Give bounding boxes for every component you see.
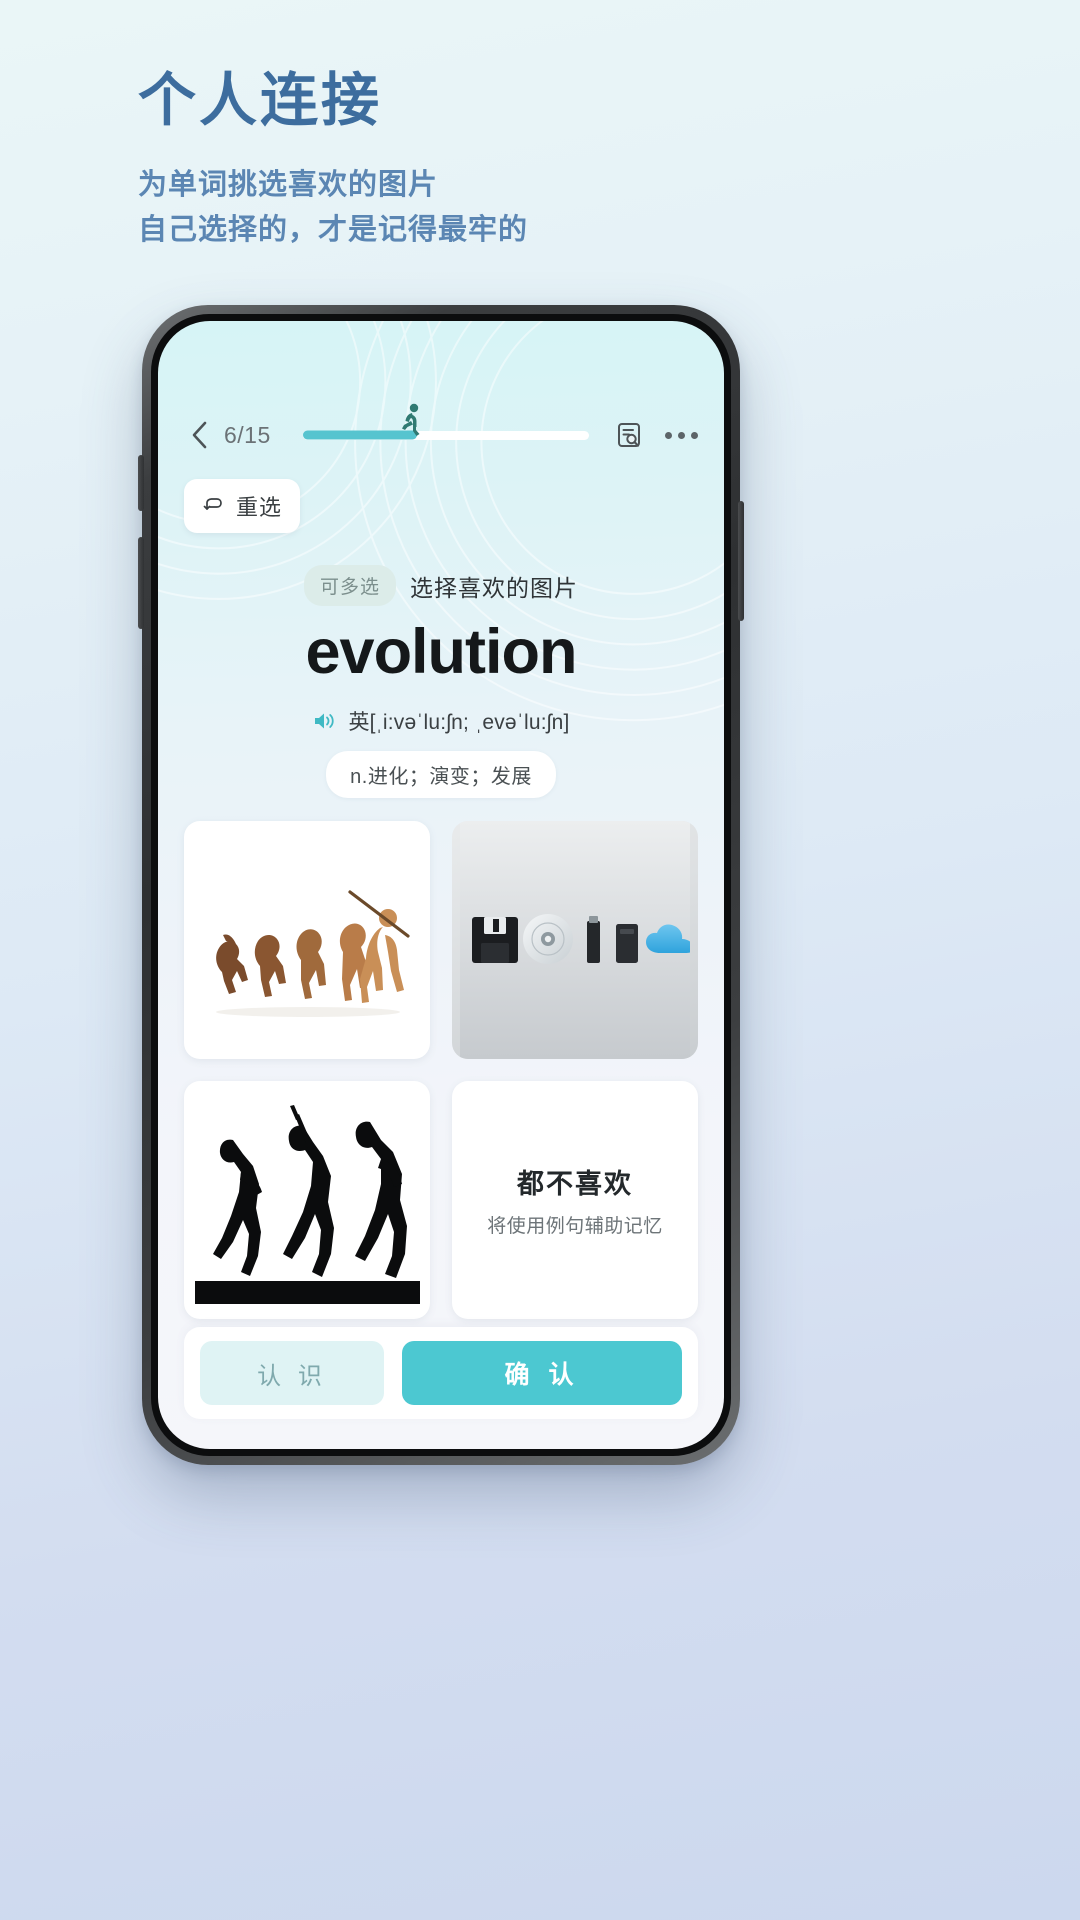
poster-header: 个人连接 为单词挑选喜欢的图片 自己选择的，才是记得最牢的 — [138, 68, 528, 253]
reselect-button[interactable]: 重选 — [184, 479, 301, 533]
poster-subtitle: 为单词挑选喜欢的图片 自己选择的，才是记得最牢的 — [138, 163, 528, 253]
running-person-icon — [402, 403, 420, 436]
multi-select-badge: 可多选 — [303, 565, 396, 606]
image-choice-grid: 都不喜欢 将使用例句辅助记忆 — [184, 821, 698, 1319]
know-button[interactable]: 认 识 — [200, 1341, 384, 1405]
volume-down-button[interactable] — [138, 537, 144, 629]
undo-arrow-icon — [203, 498, 222, 510]
phone-mockup: 6/15 重选 可多选 选择喜欢的图片 evolution 英[ˌi:vəˈlu… — [138, 305, 744, 1465]
none-liked-subtitle: 将使用例句辅助记忆 — [487, 1216, 663, 1237]
image-option-march-of-progress-silhouette[interactable] — [184, 1081, 430, 1319]
image-option-storage-media-evolution[interactable] — [452, 821, 698, 1059]
power-button[interactable] — [738, 501, 744, 621]
speaker-icon — [315, 713, 335, 729]
definition-text: n.进化；演变；发展 — [326, 751, 556, 798]
phone-screen: 6/15 重选 可多选 选择喜欢的图片 evolution 英[ˌi:vəˈlu… — [158, 321, 724, 1449]
reselect-label: 重选 — [236, 495, 283, 520]
chevron-left-icon — [192, 421, 207, 449]
bottom-action-bar: 认 识 确 认 — [184, 1327, 698, 1419]
phone-bezel: 6/15 重选 可多选 选择喜欢的图片 evolution 英[ˌi:vəˈlu… — [151, 314, 731, 1456]
image-option-march-of-progress-color[interactable] — [184, 821, 430, 1059]
phonetic-text: 英[ˌi:vəˈlu:ʃn; ˌevəˈlu:ʃn] — [348, 711, 570, 734]
phonetic-row[interactable]: 英[ˌi:vəˈlu:ʃn; ˌevəˈlu:ʃn] — [158, 706, 724, 736]
top-navigation-bar: 6/15 — [158, 403, 724, 461]
progress-bar[interactable] — [302, 403, 589, 450]
confirm-button[interactable]: 确 认 — [402, 1341, 682, 1405]
more-horizontal-icon-dot-2 — [678, 431, 685, 439]
storage-devices-illustration — [460, 821, 690, 1059]
progress-label: 6/15 — [224, 421, 271, 448]
subtitle-line-1: 为单词挑选喜欢的图片 — [138, 168, 439, 201]
more-options-button[interactable] — [665, 431, 698, 439]
page-title: 个人连接 — [138, 68, 383, 133]
evolution-figures-illustration — [215, 890, 410, 1017]
selection-hint-text: 选择喜欢的图片 — [410, 574, 578, 601]
subtitle-line-2: 自己选择的，才是记得最牢的 — [138, 213, 529, 246]
back-button[interactable] — [184, 420, 214, 450]
evolution-silhouette-illustration — [194, 1105, 420, 1304]
word-headline: evolution — [305, 617, 578, 687]
notebook-search-button[interactable] — [613, 418, 647, 452]
definition-row: n.进化；演变；发展 — [158, 751, 724, 798]
selection-hint-row: 可多选 选择喜欢的图片 — [158, 565, 724, 606]
more-horizontal-icon-dot-3 — [691, 431, 698, 439]
image-option-none-liked[interactable]: 都不喜欢 将使用例句辅助记忆 — [452, 1081, 698, 1319]
more-horizontal-icon-dot-1 — [665, 431, 672, 439]
volume-up-button[interactable] — [138, 455, 144, 511]
note-search-icon — [618, 423, 640, 447]
none-liked-title: 都不喜欢 — [517, 1169, 633, 1199]
